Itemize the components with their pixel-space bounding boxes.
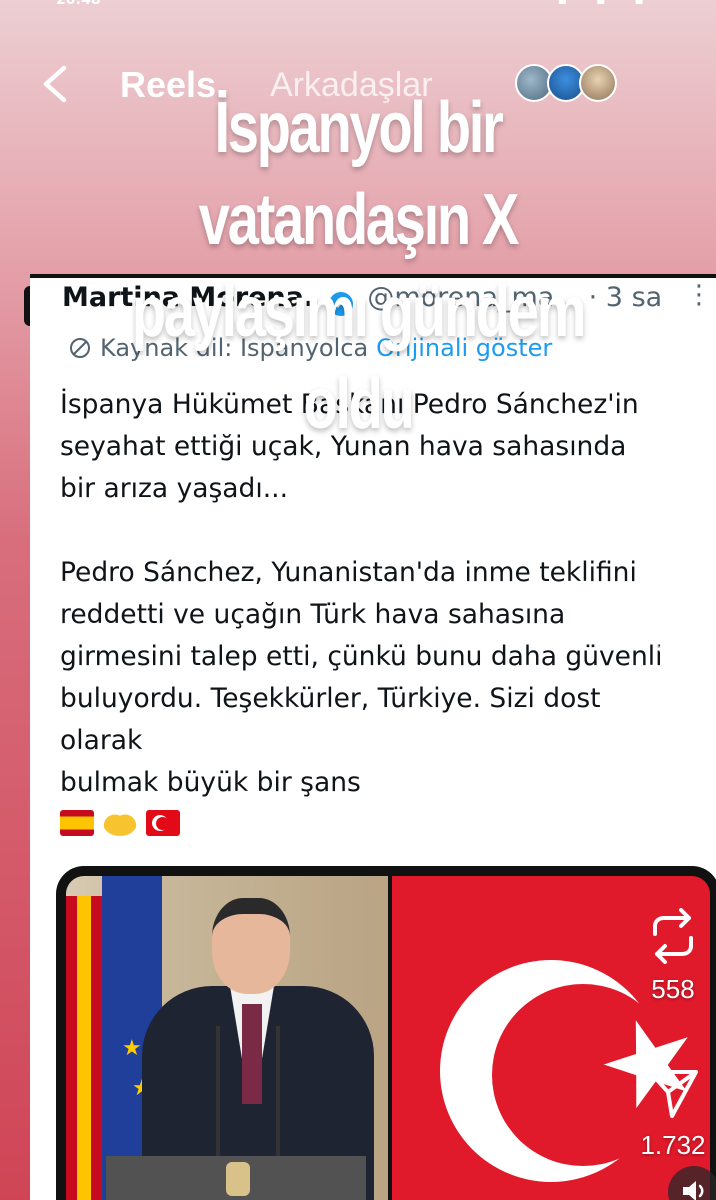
tweet-media: ★ ★ (56, 866, 716, 1200)
comment-count: 874 (651, 826, 695, 856)
system-icons: ▪ ▪ ▪ (557, 0, 656, 8)
friends-avatars[interactable] (515, 64, 625, 104)
comment-icon (649, 766, 697, 813)
more-options-icon: ⋮ (686, 280, 712, 310)
photo-speaker: ★ ★ (66, 876, 388, 1200)
spain-flag-icon (60, 810, 94, 836)
share-count: 1.732 (640, 1130, 706, 1160)
podium-emblem (226, 1162, 250, 1196)
speaker-icon (683, 1181, 704, 1200)
back-button[interactable] (38, 64, 74, 104)
person-tie (242, 1004, 262, 1104)
status-time: 20:48 (56, 0, 101, 8)
microphone (276, 1026, 280, 1156)
microphone (216, 1026, 220, 1156)
tab-reels[interactable]: Reels (120, 64, 216, 106)
comment-button[interactable]: 874 (628, 764, 716, 857)
repost-icon (653, 908, 693, 964)
spain-flag-image (66, 896, 102, 1200)
emoji-row (60, 810, 184, 838)
send-icon (648, 1070, 698, 1118)
top-navigation: Reels Arkadaşlar (0, 58, 716, 114)
repost-count: 558 (651, 974, 695, 1004)
like-button[interactable]: 24B (628, 618, 716, 705)
person-head (212, 898, 290, 994)
status-bar: 20:48 ▪ ▪ ▪ (0, 0, 716, 14)
avatar (579, 64, 617, 102)
share-button[interactable]: 1.732 (628, 1066, 716, 1161)
heart-hands-icon (103, 810, 138, 836)
turkey-flag-icon (146, 810, 181, 836)
heart-icon (648, 618, 698, 663)
like-count: 24B (649, 674, 697, 704)
tab-friends[interactable]: Arkadaşlar (270, 66, 433, 105)
headline: İspanyol bir vatandaşın X paylaşımı günd… (79, 82, 637, 450)
repost-button[interactable]: 558 (628, 908, 716, 1005)
chevron-left-icon (43, 65, 67, 103)
headline-line-2: paylaşımı gündem oldu (131, 272, 587, 444)
